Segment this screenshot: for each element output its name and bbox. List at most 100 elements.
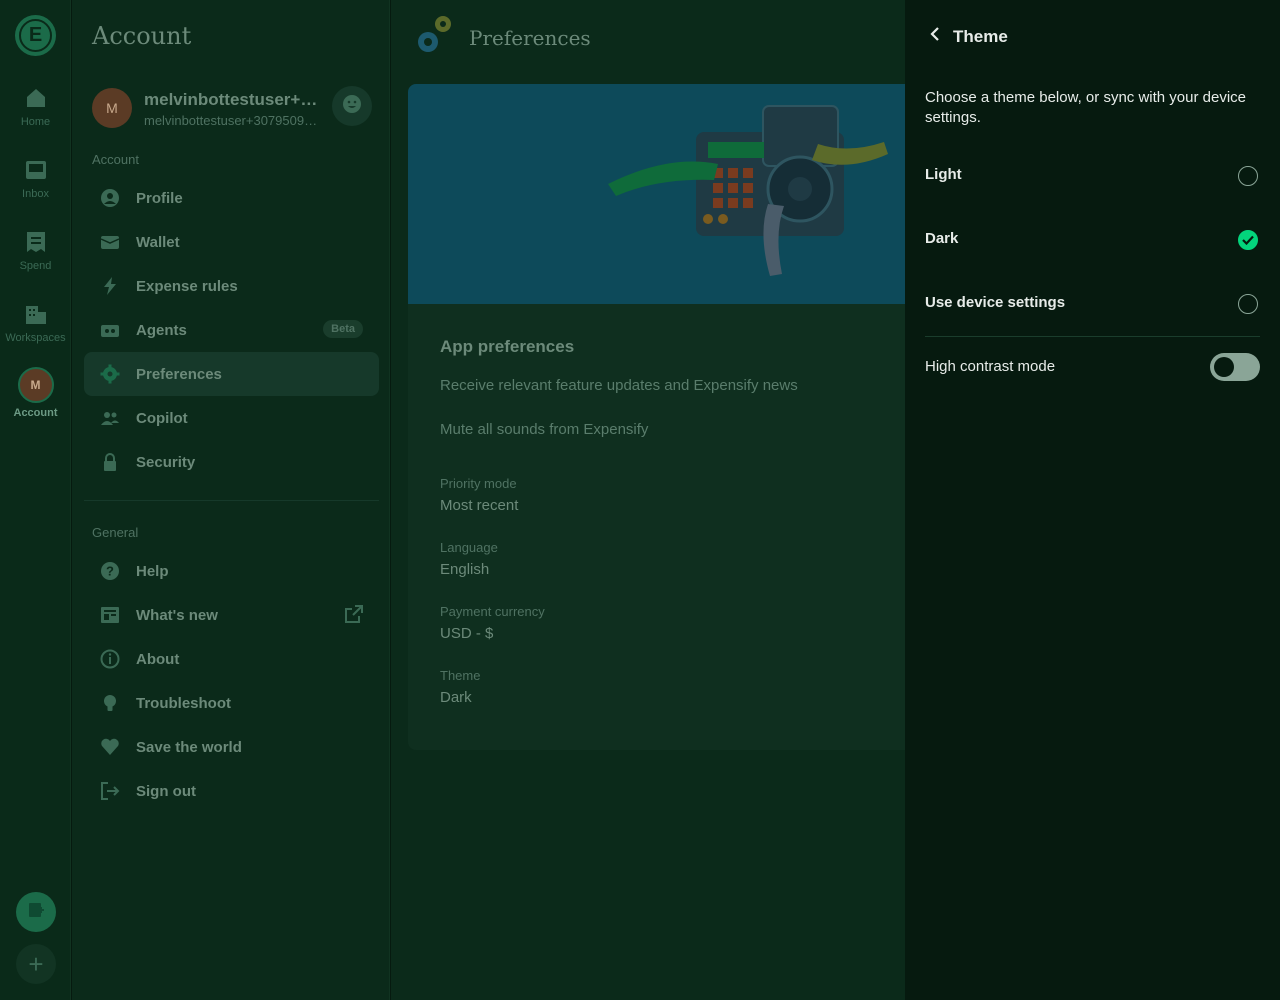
home-icon bbox=[24, 86, 48, 110]
back-button[interactable] bbox=[923, 24, 947, 48]
rail-item-inbox[interactable]: Inbox bbox=[0, 158, 71, 200]
sidebar-item-preferences[interactable]: Preferences bbox=[84, 352, 379, 396]
sidebar-item-expense-rules[interactable]: Expense rules bbox=[84, 264, 379, 308]
inbox-icon bbox=[24, 158, 48, 182]
sidebar-item-label: Wallet bbox=[136, 233, 180, 251]
rail-item-account[interactable]: M Account bbox=[0, 367, 71, 419]
theme-option-label: Dark bbox=[925, 230, 959, 247]
preferences-page: Preferences App preferences Receive rele… bbox=[391, 0, 905, 1000]
sidebar-item-label: Preferences bbox=[136, 365, 222, 383]
rail-item-label: Account bbox=[13, 407, 58, 419]
sidebar-item-label: Agents bbox=[136, 321, 187, 339]
payment-currency-label: Payment currency bbox=[440, 604, 545, 619]
app-root: E Home Inbox Spend Workspaces M Account … bbox=[0, 0, 1280, 1000]
rail-item-workspaces[interactable]: Workspaces bbox=[0, 302, 71, 344]
panel-description: Choose a theme below, or sync with your … bbox=[925, 89, 1246, 126]
sidebar-item-label: Sign out bbox=[136, 782, 196, 800]
newspaper-icon bbox=[100, 605, 120, 625]
sidebar-item-profile[interactable]: Profile bbox=[84, 176, 379, 220]
theme-option-label: Light bbox=[925, 166, 962, 183]
sidebar-item-save-the-world[interactable]: Save the world bbox=[84, 725, 379, 769]
sidebar-item-label: About bbox=[136, 650, 180, 668]
gear-icon bbox=[100, 364, 120, 384]
app-preferences-card: App preferences Receive relevant feature… bbox=[408, 84, 905, 750]
theme-panel: Theme Choose a theme below, or sync with… bbox=[905, 0, 1280, 1000]
status-emoji-button[interactable] bbox=[332, 86, 372, 126]
radio-button[interactable] bbox=[1238, 294, 1258, 314]
sidebar-item-label: Security bbox=[136, 453, 196, 471]
user-display-name: melvinbottestuser+3… bbox=[144, 90, 324, 109]
theme-option-device[interactable]: Use device settings bbox=[905, 276, 1280, 332]
rail-item-label: Workspaces bbox=[5, 332, 66, 344]
theme-option-dark[interactable]: Dark bbox=[905, 212, 1280, 268]
lightbulb-icon bbox=[100, 693, 120, 713]
sidebar-item-about[interactable]: About bbox=[84, 637, 379, 681]
section-divider bbox=[84, 500, 379, 501]
high-contrast-toggle[interactable] bbox=[1210, 353, 1260, 381]
info-icon bbox=[100, 649, 120, 669]
sidebar-item-label: Copilot bbox=[136, 409, 188, 427]
feature-updates-row[interactable]: Receive relevant feature updates and Exp… bbox=[440, 377, 798, 394]
sidebar-item-security[interactable]: Security bbox=[84, 440, 379, 484]
sidebar-item-wallet[interactable]: Wallet bbox=[84, 220, 379, 264]
payment-currency-value[interactable]: USD - $ bbox=[440, 625, 493, 642]
radio-button[interactable] bbox=[1238, 166, 1258, 186]
rail-item-home[interactable]: Home bbox=[0, 86, 71, 128]
svg-text:?: ? bbox=[106, 564, 114, 579]
sidebar-item-whats-new[interactable]: What's new bbox=[84, 593, 379, 637]
profile-icon bbox=[100, 188, 120, 208]
expensify-logo[interactable]: E bbox=[15, 15, 56, 56]
sidebar-item-label: Help bbox=[136, 562, 169, 580]
user-email: melvinbottestuser+30795091… bbox=[144, 113, 324, 128]
rail-item-label: Spend bbox=[19, 260, 52, 272]
panel-title: Theme bbox=[953, 27, 1008, 46]
sidebar-item-label: Expense rules bbox=[136, 277, 238, 295]
lightning-icon bbox=[100, 276, 120, 296]
gears-icon bbox=[415, 14, 455, 61]
radio-button-selected[interactable] bbox=[1238, 230, 1258, 250]
sidebar-item-agents[interactable]: Agents Beta bbox=[84, 308, 379, 352]
language-value[interactable]: English bbox=[440, 561, 489, 578]
preferences-illustration bbox=[408, 84, 905, 304]
theme-value[interactable]: Dark bbox=[440, 689, 472, 706]
plus-icon: + bbox=[28, 948, 44, 979]
sidebar-item-sign-out[interactable]: Sign out bbox=[84, 769, 379, 813]
priority-mode-label: Priority mode bbox=[440, 476, 517, 491]
rail-item-spend[interactable]: Spend bbox=[0, 230, 71, 272]
sidebar-item-troubleshoot[interactable]: Troubleshoot bbox=[84, 681, 379, 725]
beta-badge: Beta bbox=[323, 320, 363, 338]
sidebar-item-help[interactable]: ? Help bbox=[84, 549, 379, 593]
theme-label: Theme bbox=[440, 668, 481, 683]
create-expense-button[interactable] bbox=[16, 892, 56, 932]
sidebar-item-copilot[interactable]: Copilot bbox=[84, 396, 379, 440]
page-header: Preferences bbox=[415, 14, 591, 61]
sidebar-item-label: Save the world bbox=[136, 738, 242, 756]
sidebar-item-label: What's new bbox=[136, 606, 218, 624]
theme-option-label: Use device settings bbox=[925, 294, 1066, 311]
rail-item-label: Inbox bbox=[22, 188, 49, 200]
priority-mode-value[interactable]: Most recent bbox=[440, 497, 518, 514]
avatar: M bbox=[92, 88, 132, 128]
section-title: App preferences bbox=[440, 337, 575, 356]
mute-sounds-row[interactable]: Mute all sounds from Expensify bbox=[440, 421, 648, 438]
avatar: M bbox=[17, 367, 54, 403]
question-icon: ? bbox=[100, 561, 120, 581]
floating-action-button[interactable]: + bbox=[16, 944, 56, 984]
toggle-knob bbox=[1214, 357, 1234, 377]
account-section-label: Account bbox=[92, 152, 139, 167]
theme-option-light[interactable]: Light bbox=[905, 148, 1280, 204]
wallet-icon bbox=[100, 232, 120, 252]
nav-rail: E Home Inbox Spend Workspaces M Account … bbox=[0, 0, 71, 1000]
sign-out-icon bbox=[100, 781, 120, 801]
logo-letter: E bbox=[19, 19, 52, 52]
lock-icon bbox=[100, 452, 120, 472]
divider bbox=[925, 336, 1260, 337]
receipt-icon bbox=[24, 230, 48, 254]
sidebar-item-label: Profile bbox=[136, 189, 183, 207]
language-label: Language bbox=[440, 540, 498, 555]
agents-icon bbox=[100, 320, 120, 340]
sidebar-item-label: Troubleshoot bbox=[136, 694, 231, 712]
heart-icon bbox=[100, 737, 120, 757]
rail-item-label: Home bbox=[20, 116, 51, 128]
user-summary[interactable]: M melvinbottestuser+3… melvinbottestuser… bbox=[92, 86, 372, 130]
